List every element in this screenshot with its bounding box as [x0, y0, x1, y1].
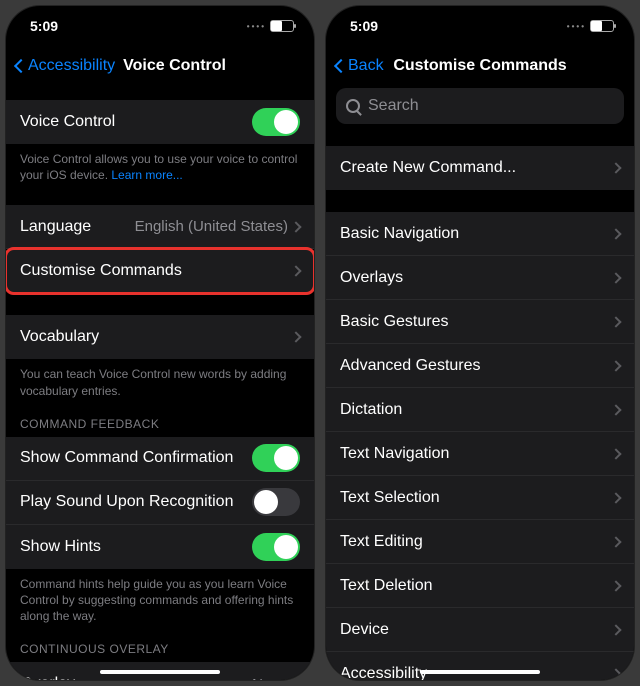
row-label: Accessibility [340, 665, 427, 680]
section-header-overlay: CONTINUOUS OVERLAY [6, 624, 314, 662]
row-label: Overlays [340, 269, 403, 287]
page-title: Customise Commands [326, 57, 634, 75]
chevron-right-icon [290, 221, 301, 232]
row-label: Overlay [20, 675, 75, 680]
section-header-feedback: COMMAND FEEDBACK [6, 399, 314, 437]
chevron-right-icon [610, 272, 621, 283]
chevron-right-icon [290, 266, 301, 277]
category-row[interactable]: Dictation [326, 388, 634, 432]
row-label: Play Sound Upon Recognition [20, 493, 233, 511]
voice-control-toggle[interactable] [252, 108, 300, 136]
signal-icon: •••• [247, 22, 266, 31]
battery-icon [590, 20, 614, 32]
show-hints-row[interactable]: Show Hints [6, 525, 314, 569]
row-label: Show Hints [20, 538, 101, 556]
search-input[interactable]: Search [336, 88, 624, 124]
row-label: Customise Commands [20, 262, 182, 280]
row-label: Device [340, 621, 389, 639]
status-bar: 5:09 •••• [326, 6, 634, 46]
row-value: English (United States) [135, 218, 288, 235]
row-label: Voice Control [20, 113, 115, 131]
status-bar: 5:09 •••• [6, 6, 314, 46]
row-label: Text Selection [340, 489, 440, 507]
category-list: Basic Navigation Overlays Basic Gestures Ad… [326, 212, 634, 680]
page-title: Voice Control [123, 57, 226, 75]
chevron-right-icon [290, 332, 301, 343]
content: Create New Command... Basic Navigation Ov… [326, 132, 634, 680]
chevron-right-icon [610, 668, 621, 679]
row-label: Show Command Confirmation [20, 449, 233, 467]
show-command-confirmation-toggle[interactable] [252, 444, 300, 472]
hints-desc: Command hints help guide you as you lear… [6, 569, 314, 625]
back-button[interactable]: Accessibility [12, 57, 115, 75]
category-row[interactable]: Device [326, 608, 634, 652]
phone-voice-control: 5:09 •••• Accessibility Voice Control Vo… [6, 6, 314, 680]
category-row[interactable]: Advanced Gestures [326, 344, 634, 388]
chevron-left-icon [14, 59, 28, 73]
status-right: •••• [567, 20, 614, 32]
nav-bar: Back Customise Commands [326, 46, 634, 86]
vocabulary-row[interactable]: Vocabulary [6, 315, 314, 359]
chevron-right-icon [610, 492, 621, 503]
play-sound-row[interactable]: Play Sound Upon Recognition [6, 481, 314, 525]
row-label: Advanced Gestures [340, 357, 481, 375]
nav-bar: Accessibility Voice Control [6, 46, 314, 86]
chevron-right-icon [610, 580, 621, 591]
battery-icon [270, 20, 294, 32]
search-icon [346, 99, 360, 113]
category-row[interactable]: Text Editing [326, 520, 634, 564]
show-command-confirmation-row[interactable]: Show Command Confirmation [6, 437, 314, 481]
status-time: 5:09 [30, 18, 58, 34]
home-indicator[interactable] [100, 670, 220, 674]
signal-icon: •••• [567, 22, 586, 31]
category-row[interactable]: Text Deletion [326, 564, 634, 608]
row-label: Language [20, 218, 91, 236]
chevron-right-icon [610, 624, 621, 635]
status-time: 5:09 [350, 18, 378, 34]
voice-control-toggle-row[interactable]: Voice Control [6, 100, 314, 144]
create-new-command-row[interactable]: Create New Command... [326, 146, 634, 190]
chevron-right-icon [610, 360, 621, 371]
row-label: Text Deletion [340, 577, 433, 595]
category-row[interactable]: Basic Navigation [326, 212, 634, 256]
vocabulary-desc: You can teach Voice Control new words by… [6, 359, 314, 398]
chevron-right-icon [610, 162, 621, 173]
chevron-right-icon [610, 404, 621, 415]
voice-control-desc: Voice Control allows you to use your voi… [6, 144, 314, 183]
back-label: Accessibility [28, 57, 115, 75]
content: Voice Control Voice Control allows you t… [6, 86, 314, 680]
chevron-right-icon [610, 448, 621, 459]
chevron-right-icon [610, 316, 621, 327]
chevron-right-icon [290, 679, 301, 680]
category-row[interactable]: Overlays [326, 256, 634, 300]
learn-more-link[interactable]: Learn more... [111, 168, 182, 182]
language-row[interactable]: Language English (United States) [6, 205, 314, 249]
row-label: Vocabulary [20, 328, 99, 346]
category-row[interactable]: Text Selection [326, 476, 634, 520]
row-label: Create New Command... [340, 159, 516, 177]
play-sound-toggle[interactable] [252, 488, 300, 516]
customise-commands-row[interactable]: Customise Commands [6, 249, 314, 293]
chevron-right-icon [610, 228, 621, 239]
category-row[interactable]: Basic Gestures [326, 300, 634, 344]
row-label: Text Editing [340, 533, 423, 551]
row-label: Dictation [340, 401, 402, 419]
home-indicator[interactable] [420, 670, 540, 674]
show-hints-toggle[interactable] [252, 533, 300, 561]
row-label: Basic Gestures [340, 313, 448, 331]
chevron-right-icon [610, 536, 621, 547]
row-value: None [252, 676, 288, 680]
row-label: Basic Navigation [340, 225, 459, 243]
row-label: Text Navigation [340, 445, 449, 463]
status-right: •••• [247, 20, 294, 32]
category-row[interactable]: Text Navigation [326, 432, 634, 476]
search-placeholder: Search [368, 97, 419, 115]
category-row[interactable]: Accessibility [326, 652, 634, 680]
phone-customise-commands: 5:09 •••• Back Customise Commands Search… [326, 6, 634, 680]
